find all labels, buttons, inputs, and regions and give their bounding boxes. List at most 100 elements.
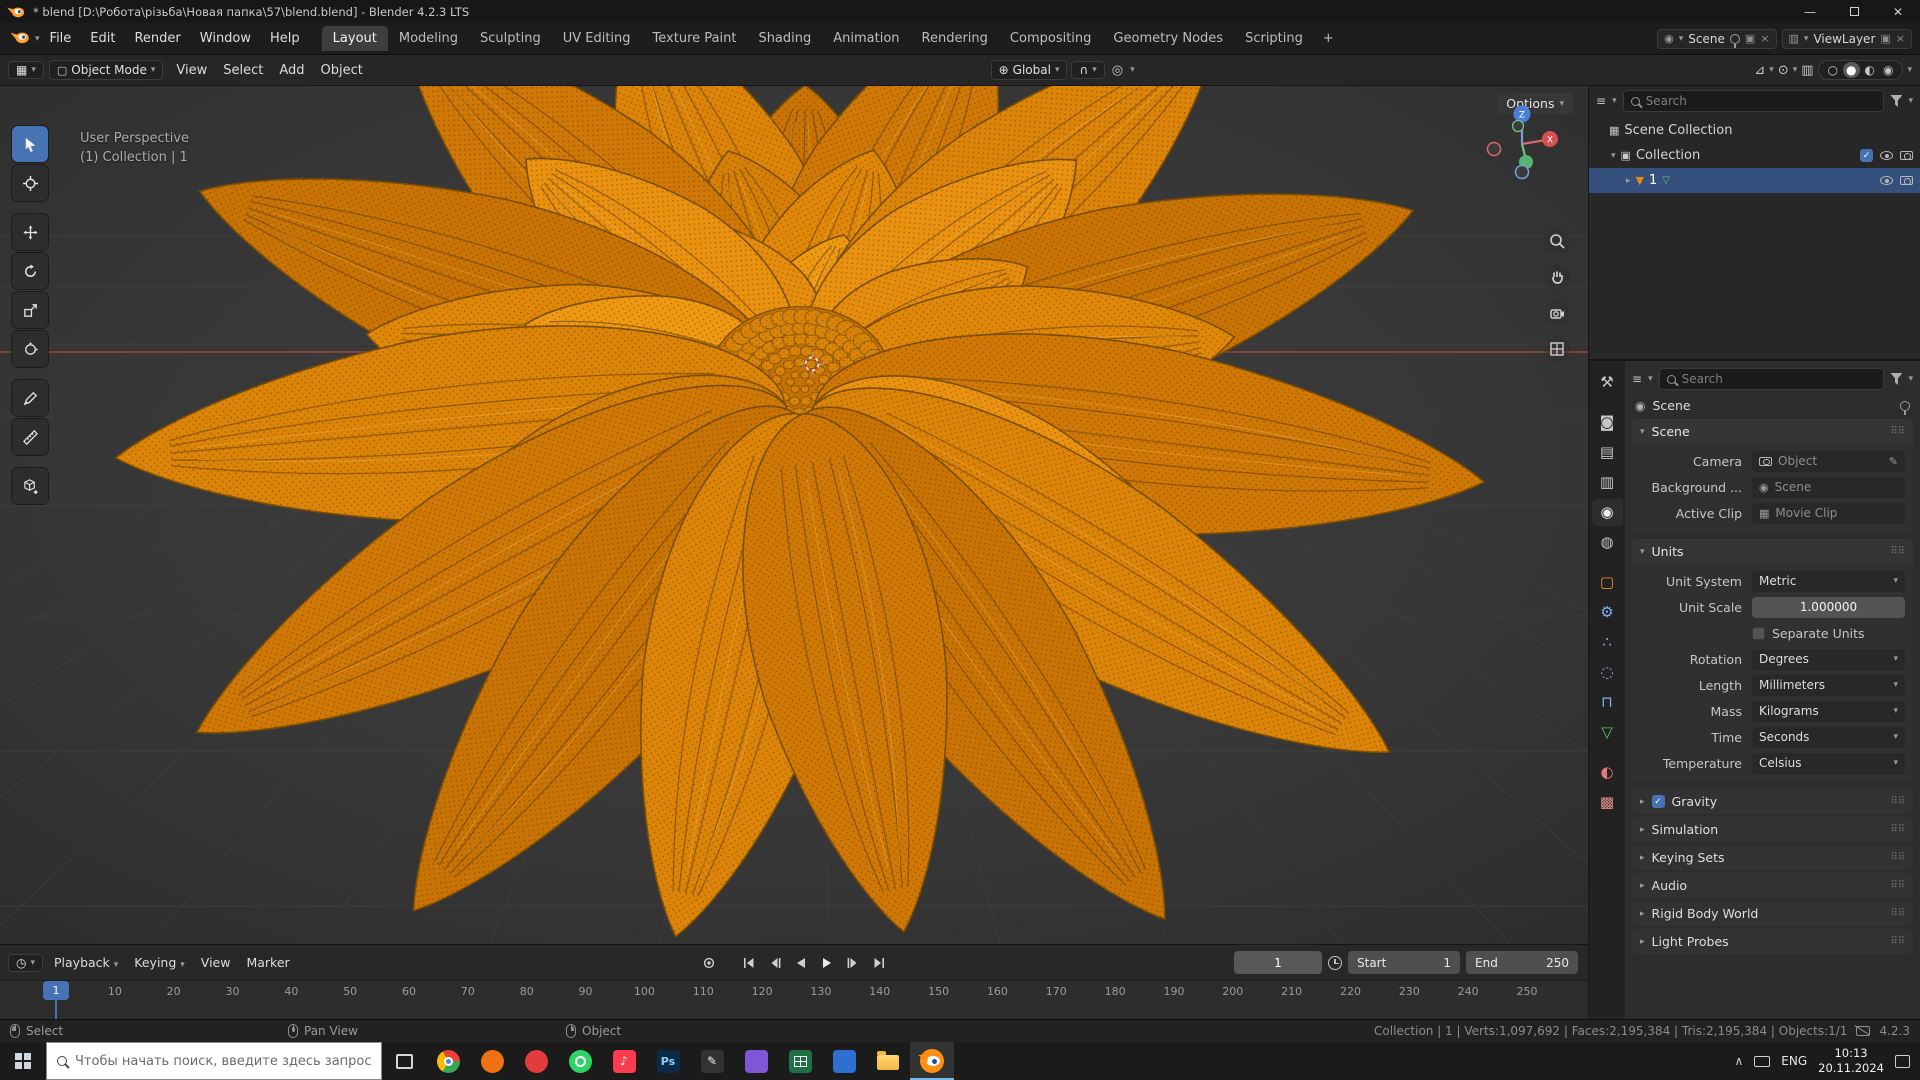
properties-tab-particles[interactable]: ∴ [1592,629,1623,656]
chevron-right-icon[interactable]: ▸ [1626,176,1631,186]
gizmo-z-neg-axis[interactable] [1514,164,1530,180]
touch-keyboard-icon[interactable] [1754,1055,1771,1067]
drag-handle-icon[interactable]: ⠿⠿ [1890,426,1905,437]
timeline-menu-playback[interactable]: Playback ▾ [46,951,126,974]
scene-selector[interactable]: ◉ ▾ Scene ▣ × [1657,28,1777,49]
frame-end-field[interactable]: End 250 [1466,951,1578,974]
eyedropper-icon[interactable]: ✎ [1889,456,1898,467]
outliner-row-scene-collection[interactable]: ▦ Scene Collection [1589,118,1920,143]
drag-handle-icon[interactable]: ⠿⠿ [1890,908,1905,919]
viewlayer-selector[interactable]: ▥ ▾ ViewLayer ▣ × [1781,28,1912,49]
unit-system-dropdown[interactable]: Metric ▾ [1752,570,1905,592]
flower-mesh-model[interactable] [0,86,1588,944]
menu-file[interactable]: File [41,27,81,50]
drag-handle-icon[interactable]: ⠿⠿ [1890,880,1905,891]
taskbar-app-music[interactable]: ♪ [602,1042,646,1080]
editor-type-button[interactable]: ▦ ▾ [8,61,44,79]
outliner-row-1[interactable]: ▸ ▼ 1 ▽ [1589,168,1920,193]
timeline-menu-keying[interactable]: Keying ▾ [126,951,193,974]
proportional-editing-icon[interactable]: ◎ [1109,64,1126,77]
properties-editor-icon[interactable]: ≡ [1632,373,1642,385]
taskbar-app-pen-app[interactable]: ✎ [690,1042,734,1080]
gizmo-y-neg-axis[interactable] [1511,119,1525,133]
close-button[interactable]: ✕ [1876,0,1920,23]
drag-handle-icon[interactable]: ⠿⠿ [1890,796,1905,807]
blender-menu-icon[interactable] [10,30,30,48]
viewport-3d[interactable]: User Perspective (1) Collection | 1 Opti… [0,86,1588,944]
background-field[interactable]: ◉ Scene [1752,476,1905,498]
properties-search-input[interactable] [1681,372,1877,386]
viewport-menu-object[interactable]: Object [313,59,371,82]
pin-icon[interactable] [1900,400,1910,415]
units-panel-header[interactable]: ▾ Units ⠿⠿ [1632,539,1913,564]
ortho-grid-icon[interactable] [1544,336,1570,362]
panel-light-probes[interactable]: ▸ Light Probes ⠿⠿ [1632,929,1913,954]
properties-tab-physics[interactable]: ◌ [1592,659,1623,686]
language-indicator[interactable]: ENG [1781,1054,1807,1068]
timeline-editor-type-button[interactable]: ◷ ▾ [8,953,44,972]
menu-help[interactable]: Help [261,27,309,50]
camera-icon[interactable] [1900,176,1913,185]
eye-icon[interactable] [1880,176,1893,185]
chevron-down-icon[interactable]: ▾ [1611,151,1616,161]
frame-start-field[interactable]: Start 1 [1348,951,1460,974]
workspace-tab-sculpting[interactable]: Sculpting [469,26,552,51]
new-viewlayer-icon[interactable]: ▣ [1880,32,1890,45]
eye-icon[interactable] [1880,151,1893,160]
taskbar-app-explorer[interactable] [866,1042,910,1080]
workspace-tab-compositing[interactable]: Compositing [999,26,1103,51]
camera-field[interactable]: Object ✎ [1752,450,1905,472]
menu-edit[interactable]: Edit [81,27,124,50]
taskbar-app-photoshop[interactable]: Ps [646,1042,690,1080]
add-workspace-button[interactable]: + [1315,28,1342,49]
workspace-tab-layout[interactable]: Layout [321,26,388,51]
drag-handle-icon[interactable]: ⠿⠿ [1890,936,1905,947]
tray-expand-icon[interactable]: ∧ [1734,1054,1743,1068]
panel-simulation[interactable]: ▸ Simulation ⠿⠿ [1632,817,1913,842]
orientation-dropdown[interactable]: ⊕ Global ▾ [990,60,1068,80]
notification-center-icon[interactable] [1895,1054,1910,1068]
previous-keyframe-button[interactable] [763,953,787,973]
checkbox[interactable]: ✓ [1651,795,1665,808]
viewport-menu-select[interactable]: Select [215,59,271,82]
clock-widget[interactable]: 10:13 20.11.2024 [1818,1046,1884,1076]
properties-tab-scene[interactable]: ◉ [1591,499,1623,526]
playhead[interactable]: 1 [43,981,69,1000]
panel-rigid-body-world[interactable]: ▸ Rigid Body World ⠿⠿ [1632,901,1913,926]
shading-wireframe-icon[interactable]: ○ [1825,62,1841,78]
chevron-down-icon[interactable]: ▾ [1130,65,1135,75]
shading-solid-icon[interactable]: ● [1843,62,1860,78]
properties-tab-material[interactable]: ◐ [1592,759,1623,786]
properties-tab-view-layer[interactable]: ▥ [1592,469,1623,496]
start-button[interactable] [0,1042,46,1080]
workspace-tab-shading[interactable]: Shading [747,26,822,51]
menu-render[interactable]: Render [125,27,189,50]
workspace-tab-uv-editing[interactable]: UV Editing [552,26,642,51]
properties-tab-object-data[interactable]: ▽ [1592,719,1623,746]
properties-tab-modifiers[interactable]: ⚙ [1592,599,1623,626]
taskbar-app-app-orange[interactable] [470,1042,514,1080]
properties-tab-tool[interactable]: ⚒ [1592,369,1623,396]
drag-handle-icon[interactable]: ⠿⠿ [1890,852,1905,863]
minimize-button[interactable]: — [1788,0,1832,23]
play-button[interactable] [815,953,839,973]
filter-icon[interactable] [1890,95,1903,107]
camera-view-icon[interactable] [1544,300,1570,326]
camera-icon[interactable] [1900,151,1913,160]
taskbar-app-excel[interactable] [778,1042,822,1080]
clock-icon[interactable] [1328,955,1342,970]
rotation-dropdown[interactable]: Degrees ▾ [1752,648,1905,670]
snap-toggle[interactable]: ∩ ▾ [1071,61,1105,79]
drag-handle-icon[interactable]: ⠿⠿ [1890,546,1905,557]
drag-handle-icon[interactable]: ⠿⠿ [1890,824,1905,835]
taskbar-app-app-purple[interactable] [734,1042,778,1080]
navigation-gizmo[interactable]: Z X [1479,101,1565,187]
workspace-tab-geometry-nodes[interactable]: Geometry Nodes [1102,26,1234,51]
properties-tab-world[interactable]: ◍ [1592,529,1623,556]
shading-rendered-icon[interactable]: ◉ [1880,62,1896,78]
tool-add-cube[interactable] [12,468,48,504]
maximize-button[interactable] [1832,0,1876,23]
timeline-ruler[interactable]: 1 11020304050607080901001101201301401501… [0,981,1588,1019]
mass-dropdown[interactable]: Kilograms ▾ [1752,700,1905,722]
chevron-down-icon[interactable]: ▾ [1769,65,1774,75]
